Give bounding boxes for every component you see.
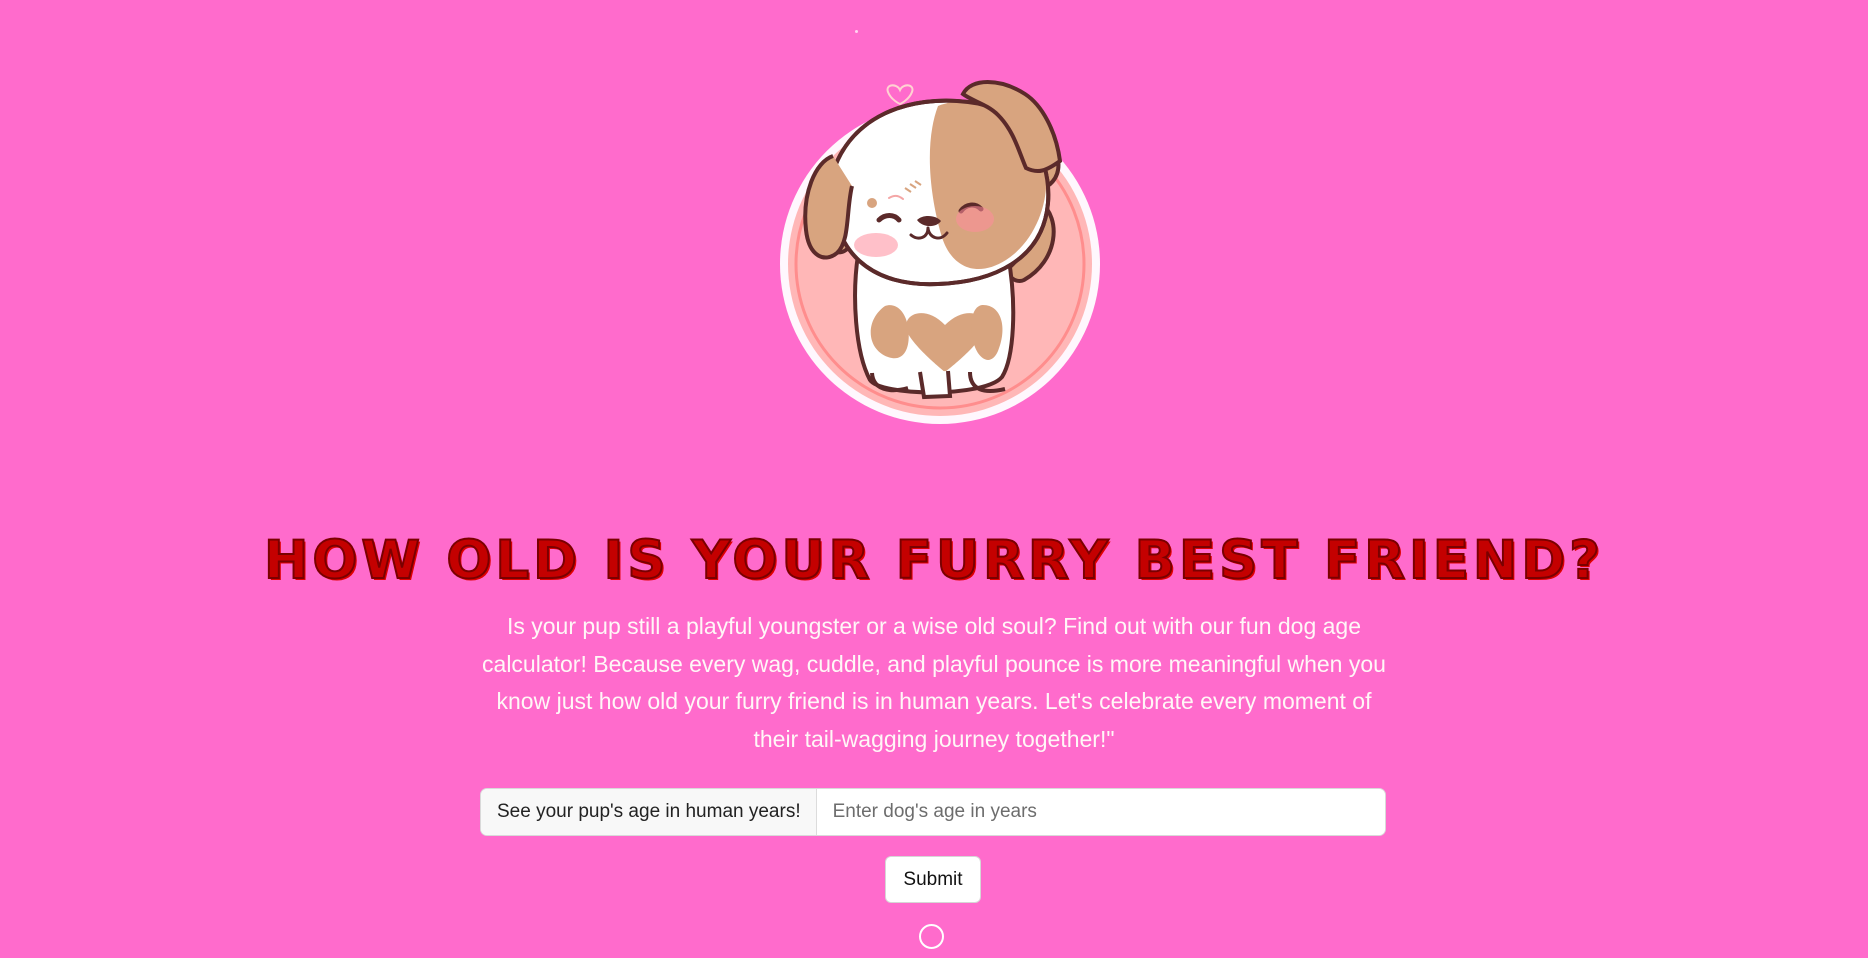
page: How old is your furry best friend? Is yo… <box>0 0 1868 958</box>
puppy-icon <box>780 80 1100 424</box>
loading-circle-icon <box>919 924 944 949</box>
page-title: How old is your furry best friend? <box>263 529 1604 592</box>
puppy-hero-image <box>760 70 1120 440</box>
dog-age-input[interactable] <box>816 789 1385 835</box>
intro-text: Is your pup still a playful youngster or… <box>482 613 1386 752</box>
dog-age-form: See your pup's age in human years! <box>481 789 1385 835</box>
decorative-dot <box>855 30 858 33</box>
human-years-label: See your pup's age in human years! <box>481 789 817 835</box>
submit-button[interactable]: Submit <box>885 856 981 903</box>
